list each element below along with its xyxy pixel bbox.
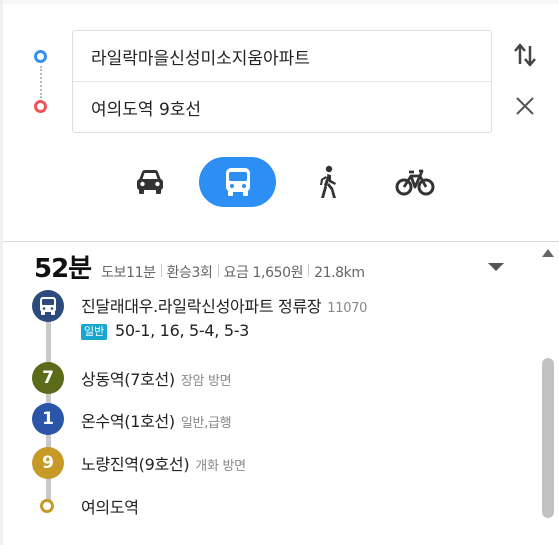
- stop-name: 여의도역: [81, 498, 139, 517]
- separator: [308, 264, 310, 277]
- transfer-count: 환승3회: [166, 265, 213, 281]
- origin-input[interactable]: 라일락마을신성미소지움아파트: [73, 31, 491, 82]
- list-item[interactable]: 노량진역(9호선) 개화 방면: [81, 451, 246, 475]
- destination-text: 여의도역 9호선: [91, 100, 202, 120]
- bus-type-badge: 일반: [81, 324, 108, 340]
- destination-dot-icon: [34, 100, 47, 113]
- list-item[interactable]: 상동역(7호선) 장암 방면: [81, 366, 232, 390]
- directions-panel: 라일락마을신성미소지움아파트 여의도역 9호선 52분 도보11분 환승3회 요…: [0, 0, 559, 545]
- tab-transit[interactable]: [199, 157, 276, 207]
- tab-bike[interactable]: [390, 157, 440, 207]
- stop-name: 진달래대우.라일락신성아파트 정류장: [81, 297, 322, 316]
- fare: 요금 1,650원: [223, 265, 304, 281]
- end-dot-icon: [40, 499, 54, 513]
- chevron-down-icon[interactable]: [487, 262, 505, 272]
- close-icon[interactable]: [515, 96, 535, 116]
- left-edge: [0, 0, 3, 545]
- bike-icon: [395, 169, 435, 196]
- swap-icon[interactable]: [514, 42, 536, 68]
- stop-name: 노량진역(9호선): [81, 455, 190, 474]
- list-item[interactable]: 온수역(1호선) 일반,급행: [81, 408, 232, 432]
- stop-name: 온수역(1호선): [81, 412, 175, 431]
- origin-dot-icon: [34, 50, 47, 63]
- tab-car[interactable]: [126, 157, 174, 207]
- scrollbar-thumb[interactable]: [542, 358, 554, 518]
- bus-stop-marker: [32, 290, 64, 322]
- route-summary: 52분 도보11분 환승3회 요금 1,650원 21.8km: [34, 248, 365, 284]
- route-search-box: 라일락마을신성미소지움아파트 여의도역 9호선: [72, 30, 492, 133]
- separator: [160, 264, 162, 277]
- line-7-marker: 7: [32, 362, 64, 394]
- distance: 21.8km: [314, 265, 365, 281]
- separator: [217, 264, 219, 277]
- line-number: 9: [42, 453, 54, 473]
- stop-name: 상동역(7호선): [81, 370, 175, 389]
- stop-id: 11070: [327, 301, 368, 316]
- line-number: 1: [42, 409, 54, 429]
- total-time: 52분: [34, 254, 92, 284]
- walk-time: 도보11분: [101, 265, 156, 281]
- list-item[interactable]: 진달래대우.라일락신성아파트 정류장 11070: [81, 293, 367, 317]
- list-item[interactable]: 여의도역: [81, 494, 139, 518]
- section-divider: [3, 241, 559, 242]
- line-1-marker: 1: [32, 403, 64, 435]
- bus-icon: [225, 168, 250, 196]
- line-number: 7: [42, 368, 54, 388]
- destination-input[interactable]: 여의도역 9호선: [73, 82, 491, 133]
- car-icon: [137, 170, 163, 194]
- tab-walk[interactable]: [306, 157, 350, 207]
- connector-dots: [40, 66, 42, 98]
- scroll-up-arrow-icon[interactable]: [541, 248, 555, 258]
- walk-icon: [320, 165, 336, 198]
- top-edge: [0, 0, 559, 4]
- service-type: 일반,급행: [180, 416, 232, 431]
- line-9-marker: 9: [32, 447, 64, 479]
- bus-icon: [40, 297, 56, 315]
- direction: 개화 방면: [195, 459, 246, 474]
- bus-lines: 50-1, 16, 5-4, 5-3: [115, 321, 250, 340]
- origin-text: 라일락마을신성미소지움아파트: [91, 48, 310, 69]
- direction: 장암 방면: [180, 374, 232, 389]
